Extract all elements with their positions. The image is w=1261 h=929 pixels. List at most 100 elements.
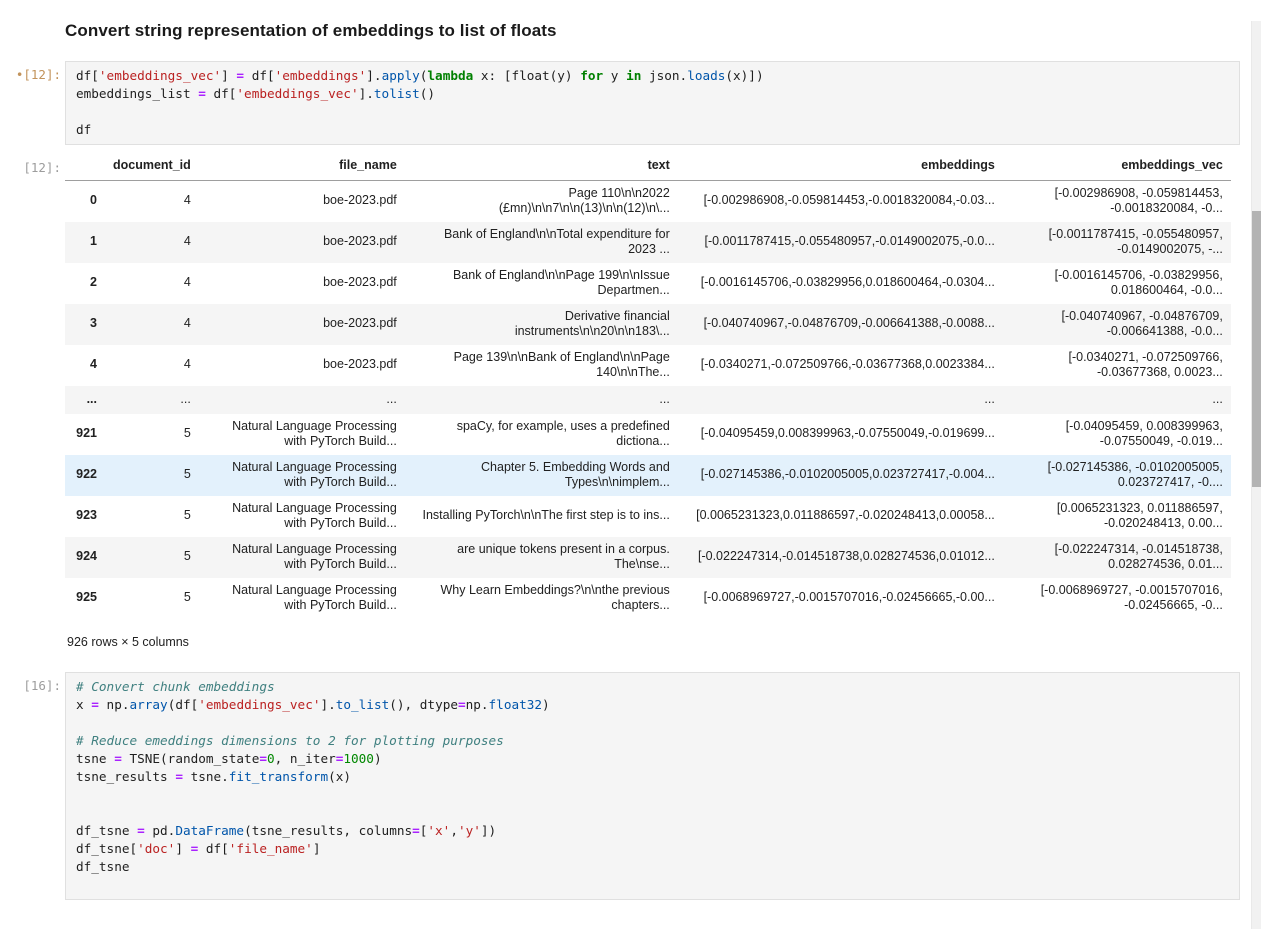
table-row: 24boe-2023.pdfBank of England\n\nPage 19… bbox=[65, 263, 1231, 304]
table-cell: [-0.027145386, -0.0102005005, 0.02372741… bbox=[1003, 455, 1231, 496]
table-cell: Chapter 5. Embedding Words and Types\n\n… bbox=[405, 455, 678, 496]
row-index: 0 bbox=[65, 180, 105, 222]
table-row: 9255Natural Language Processing with PyT… bbox=[65, 578, 1231, 619]
table-cell: 4 bbox=[105, 180, 199, 222]
input-prompt-2: [16]: bbox=[0, 672, 65, 693]
table-cell: boe-2023.pdf bbox=[199, 345, 405, 386]
table-cell: 4 bbox=[105, 222, 199, 263]
table-cell: [-0.0068969727, -0.0015707016, -0.024566… bbox=[1003, 578, 1231, 619]
column-header-text: text bbox=[405, 154, 678, 180]
output-prompt: [12]: bbox=[0, 154, 65, 175]
table-cell: boe-2023.pdf bbox=[199, 304, 405, 345]
table-cell: Page 139\n\nBank of England\n\nPage 140\… bbox=[405, 345, 678, 386]
table-cell: [-0.0011787415,-0.055480957,-0.014900207… bbox=[678, 222, 1003, 263]
table-cell: boe-2023.pdf bbox=[199, 180, 405, 222]
row-index: 1 bbox=[65, 222, 105, 263]
row-index: 2 bbox=[65, 263, 105, 304]
code-content-1: df['embeddings_vec'] = df['embeddings'].… bbox=[66, 62, 1239, 144]
table-cell: boe-2023.pdf bbox=[199, 263, 405, 304]
row-index: 3 bbox=[65, 304, 105, 345]
table-row: 44boe-2023.pdfPage 139\n\nBank of Englan… bbox=[65, 345, 1231, 386]
table-cell: are unique tokens present in a corpus. T… bbox=[405, 537, 678, 578]
code-cell-2: [16]: # Convert chunk embeddings x = np.… bbox=[0, 672, 1252, 900]
output-area: [12]: document_idfile_nametextembeddings… bbox=[0, 154, 1252, 649]
table-cell: ... bbox=[105, 386, 199, 414]
table-summary: 926 rows × 5 columns bbox=[67, 635, 1252, 649]
table-cell: 5 bbox=[105, 455, 199, 496]
row-index: 4 bbox=[65, 345, 105, 386]
table-cell: [-0.0340271, -0.072509766, -0.03677368, … bbox=[1003, 345, 1231, 386]
table-cell: [0.0065231323, 0.011886597, -0.020248413… bbox=[1003, 496, 1231, 537]
table-cell: [-0.027145386,-0.0102005005,0.023727417,… bbox=[678, 455, 1003, 496]
row-index: 921 bbox=[65, 414, 105, 455]
table-cell: [-0.0011787415, -0.055480957, -0.0149002… bbox=[1003, 222, 1231, 263]
table-cell: 4 bbox=[105, 263, 199, 304]
section-heading: Convert string representation of embeddi… bbox=[65, 21, 1252, 41]
dataframe-output: document_idfile_nametextembeddingsembedd… bbox=[65, 154, 1252, 649]
code-cell-1: •[12]: df['embeddings_vec'] = df['embedd… bbox=[0, 61, 1252, 145]
table-cell: [-0.0340271,-0.072509766,-0.03677368,0.0… bbox=[678, 345, 1003, 386]
table-row: 9245Natural Language Processing with PyT… bbox=[65, 537, 1231, 578]
table-cell: Natural Language Processing with PyTorch… bbox=[199, 455, 405, 496]
row-index: 922 bbox=[65, 455, 105, 496]
table-cell: Derivative financial instruments\n\n20\n… bbox=[405, 304, 678, 345]
table-cell: [-0.0016145706,-0.03829956,0.018600464,-… bbox=[678, 263, 1003, 304]
table-cell: 5 bbox=[105, 414, 199, 455]
code-editor-2[interactable]: # Convert chunk embeddings x = np.array(… bbox=[65, 672, 1240, 900]
table-cell: 5 bbox=[105, 496, 199, 537]
table-cell: 5 bbox=[105, 537, 199, 578]
column-header-embeddings_vec: embeddings_vec bbox=[1003, 154, 1231, 180]
table-cell: [0.0065231323,0.011886597,-0.020248413,0… bbox=[678, 496, 1003, 537]
table-cell: boe-2023.pdf bbox=[199, 222, 405, 263]
index-column-header bbox=[65, 154, 105, 180]
table-cell: Natural Language Processing with PyTorch… bbox=[199, 537, 405, 578]
table-cell: [-0.002986908, -0.059814453, -0.00183200… bbox=[1003, 180, 1231, 222]
column-header-embeddings: embeddings bbox=[678, 154, 1003, 180]
table-cell: [-0.04095459,0.008399963,-0.07550049,-0.… bbox=[678, 414, 1003, 455]
table-row: 04boe-2023.pdfPage 110\n\n2022 (£mn)\n\n… bbox=[65, 180, 1231, 222]
table-cell: [-0.0068969727,-0.0015707016,-0.02456665… bbox=[678, 578, 1003, 619]
notebook: Convert string representation of embeddi… bbox=[0, 21, 1252, 914]
table-cell: Bank of England\n\nTotal expenditure for… bbox=[405, 222, 678, 263]
row-index: 923 bbox=[65, 496, 105, 537]
code-content-2: # Convert chunk embeddings x = np.array(… bbox=[66, 673, 1239, 899]
table-cell: Natural Language Processing with PyTorch… bbox=[199, 414, 405, 455]
table-row: 14boe-2023.pdfBank of England\n\nTotal e… bbox=[65, 222, 1231, 263]
table-cell: [-0.040740967,-0.04876709,-0.006641388,-… bbox=[678, 304, 1003, 345]
table-row: 9225Natural Language Processing with PyT… bbox=[65, 455, 1231, 496]
row-index: 924 bbox=[65, 537, 105, 578]
table-cell: ... bbox=[405, 386, 678, 414]
input-prompt-1: •[12]: bbox=[0, 61, 65, 82]
table-cell: Natural Language Processing with PyTorch… bbox=[199, 496, 405, 537]
table-cell: ... bbox=[1003, 386, 1231, 414]
row-index: 925 bbox=[65, 578, 105, 619]
column-header-document_id: document_id bbox=[105, 154, 199, 180]
table-cell: [-0.002986908,-0.059814453,-0.0018320084… bbox=[678, 180, 1003, 222]
table-cell: ... bbox=[199, 386, 405, 414]
table-cell: Bank of England\n\nPage 199\n\nIssue Dep… bbox=[405, 263, 678, 304]
table-cell: 4 bbox=[105, 345, 199, 386]
markdown-cell[interactable]: Convert string representation of embeddi… bbox=[65, 21, 1252, 41]
table-row: .................. bbox=[65, 386, 1231, 414]
table-cell: [-0.040740967, -0.04876709, -0.006641388… bbox=[1003, 304, 1231, 345]
table-cell: ... bbox=[678, 386, 1003, 414]
scrollbar-track[interactable] bbox=[1251, 21, 1261, 929]
table-cell: [-0.0016145706, -0.03829956, 0.018600464… bbox=[1003, 263, 1231, 304]
table-cell: [-0.04095459, 0.008399963, -0.07550049, … bbox=[1003, 414, 1231, 455]
table-row: 9235Natural Language Processing with PyT… bbox=[65, 496, 1231, 537]
table-cell: [-0.022247314, -0.014518738, 0.028274536… bbox=[1003, 537, 1231, 578]
row-index: ... bbox=[65, 386, 105, 414]
table-header-row: document_idfile_nametextembeddingsembedd… bbox=[65, 154, 1231, 180]
table-cell: spaCy, for example, uses a predefined di… bbox=[405, 414, 678, 455]
table-cell: Page 110\n\n2022 (£mn)\n\n7\n\n(13)\n\n(… bbox=[405, 180, 678, 222]
table-cell: 4 bbox=[105, 304, 199, 345]
table-cell: Natural Language Processing with PyTorch… bbox=[199, 578, 405, 619]
table-cell: Why Learn Embeddings?\n\nthe previous ch… bbox=[405, 578, 678, 619]
table-row: 34boe-2023.pdfDerivative financial instr… bbox=[65, 304, 1231, 345]
table-cell: [-0.022247314,-0.014518738,0.028274536,0… bbox=[678, 537, 1003, 578]
table-cell: Installing PyTorch\n\nThe first step is … bbox=[405, 496, 678, 537]
table-row: 9215Natural Language Processing with PyT… bbox=[65, 414, 1231, 455]
code-editor-1[interactable]: df['embeddings_vec'] = df['embeddings'].… bbox=[65, 61, 1240, 145]
scrollbar-thumb[interactable] bbox=[1252, 211, 1261, 487]
column-header-file_name: file_name bbox=[199, 154, 405, 180]
